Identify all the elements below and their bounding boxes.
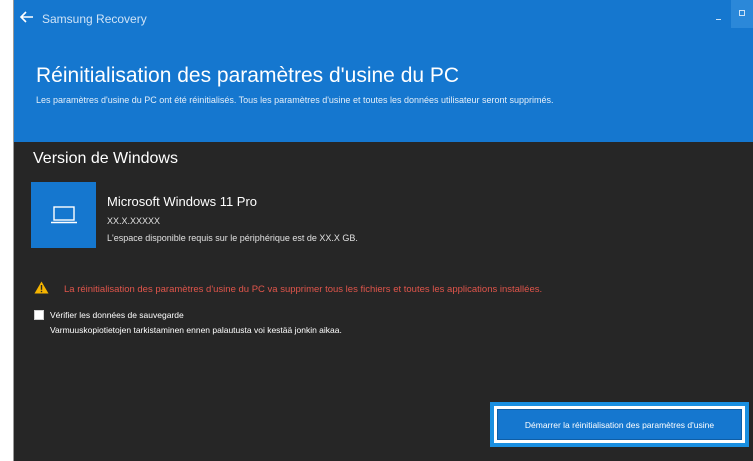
page-subtitle: Les paramètres d'usine du PC ont été réi… xyxy=(36,95,554,105)
title-bar: Samsung Recovery xyxy=(14,0,753,32)
page-title: Réinitialisation des paramètres d'usine … xyxy=(36,64,460,87)
header-banner: Samsung Recovery Réinitialisation des pa… xyxy=(14,0,753,142)
os-name: Microsoft Windows 11 Pro xyxy=(107,194,258,209)
os-tile xyxy=(31,182,96,248)
section-title: Version de Windows xyxy=(33,150,178,167)
app-title: Samsung Recovery xyxy=(42,12,147,26)
minimize-icon xyxy=(716,19,721,20)
start-reset-button[interactable]: Démarrer la réinitialisation des paramèt… xyxy=(497,409,742,440)
laptop-icon xyxy=(50,206,77,224)
arrow-left-icon xyxy=(19,11,33,23)
maximize-icon xyxy=(739,10,745,16)
minimize-button[interactable] xyxy=(708,0,731,28)
backup-label[interactable]: Vérifier les données de sauvegarde xyxy=(50,310,184,320)
back-button[interactable] xyxy=(18,9,36,25)
window-controls xyxy=(708,0,753,32)
os-version: XX.X.XXXXX xyxy=(107,216,161,226)
backup-checkbox[interactable] xyxy=(34,310,44,320)
recovery-window: Samsung Recovery Réinitialisation des pa… xyxy=(13,0,753,461)
warning-text: La réinitialisation des paramètres d'usi… xyxy=(64,284,543,295)
backup-note: Varmuuskopiotietojen tarkistaminen ennen… xyxy=(50,325,342,335)
warning-triangle-icon xyxy=(34,281,49,294)
maximize-button[interactable] xyxy=(731,0,753,28)
space-requirement: L'espace disponible requis sur le périph… xyxy=(107,233,358,243)
start-button-highlight: Démarrer la réinitialisation des paramèt… xyxy=(490,402,749,447)
